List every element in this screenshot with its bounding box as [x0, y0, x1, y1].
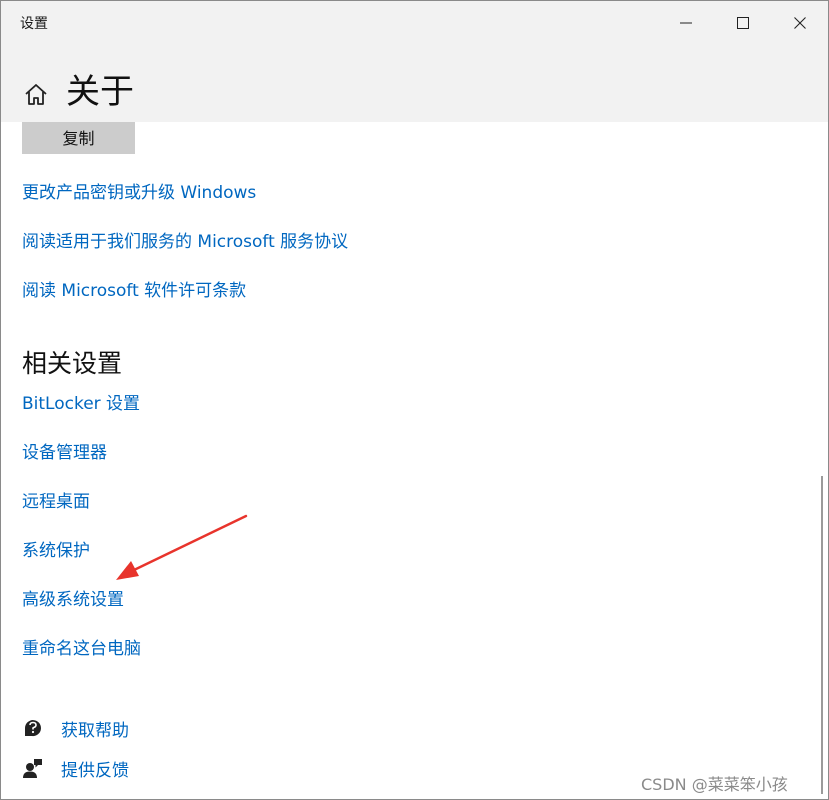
feedback-icon: [22, 757, 44, 779]
title-bar: 设置: [1, 1, 828, 44]
remote-desktop-link[interactable]: 远程桌面: [22, 487, 90, 512]
service-agreement-link[interactable]: 阅读适用于我们服务的 Microsoft 服务协议: [22, 227, 348, 252]
minimize-button[interactable]: [657, 1, 714, 44]
main-content: 复制 更改产品密钥或升级 Windows 阅读适用于我们服务的 Microsof…: [1, 122, 828, 799]
csdn-watermark: CSDN @菜菜笨小孩: [641, 775, 788, 794]
close-button[interactable]: [771, 1, 828, 44]
feedback-label: 提供反馈: [61, 760, 129, 781]
get-help-row[interactable]: 获取帮助: [22, 715, 129, 741]
license-terms-link[interactable]: 阅读 Microsoft 软件许可条款: [22, 276, 246, 301]
bitlocker-settings-link[interactable]: BitLocker 设置: [22, 389, 140, 414]
vertical-scrollbar[interactable]: [821, 476, 823, 794]
window-title: 设置: [20, 16, 48, 32]
rename-pc-link[interactable]: 重命名这台电脑: [22, 634, 141, 659]
settings-window: 设置 关于 复制 更改产品密钥或升级 Windows 阅读适用于我们服务的 Mi…: [0, 0, 829, 800]
device-manager-link[interactable]: 设备管理器: [22, 438, 107, 463]
page-title: 关于: [66, 72, 134, 112]
home-icon[interactable]: [22, 81, 50, 109]
advanced-system-settings-link[interactable]: 高级系统设置: [22, 585, 124, 610]
maximize-icon: [736, 16, 749, 29]
system-protection-link[interactable]: 系统保护: [22, 536, 90, 561]
related-settings-heading: 相关设置: [22, 349, 123, 378]
page-header: 关于: [1, 44, 828, 122]
feedback-row[interactable]: 提供反馈: [22, 755, 129, 781]
get-help-label: 获取帮助: [61, 720, 129, 741]
change-product-key-link[interactable]: 更改产品密钥或升级 Windows: [22, 178, 256, 203]
close-icon: [793, 16, 806, 29]
copy-button[interactable]: 复制: [22, 122, 135, 154]
get-help-icon: [22, 717, 44, 739]
maximize-button[interactable]: [714, 1, 771, 44]
minimize-icon: [679, 22, 692, 23]
